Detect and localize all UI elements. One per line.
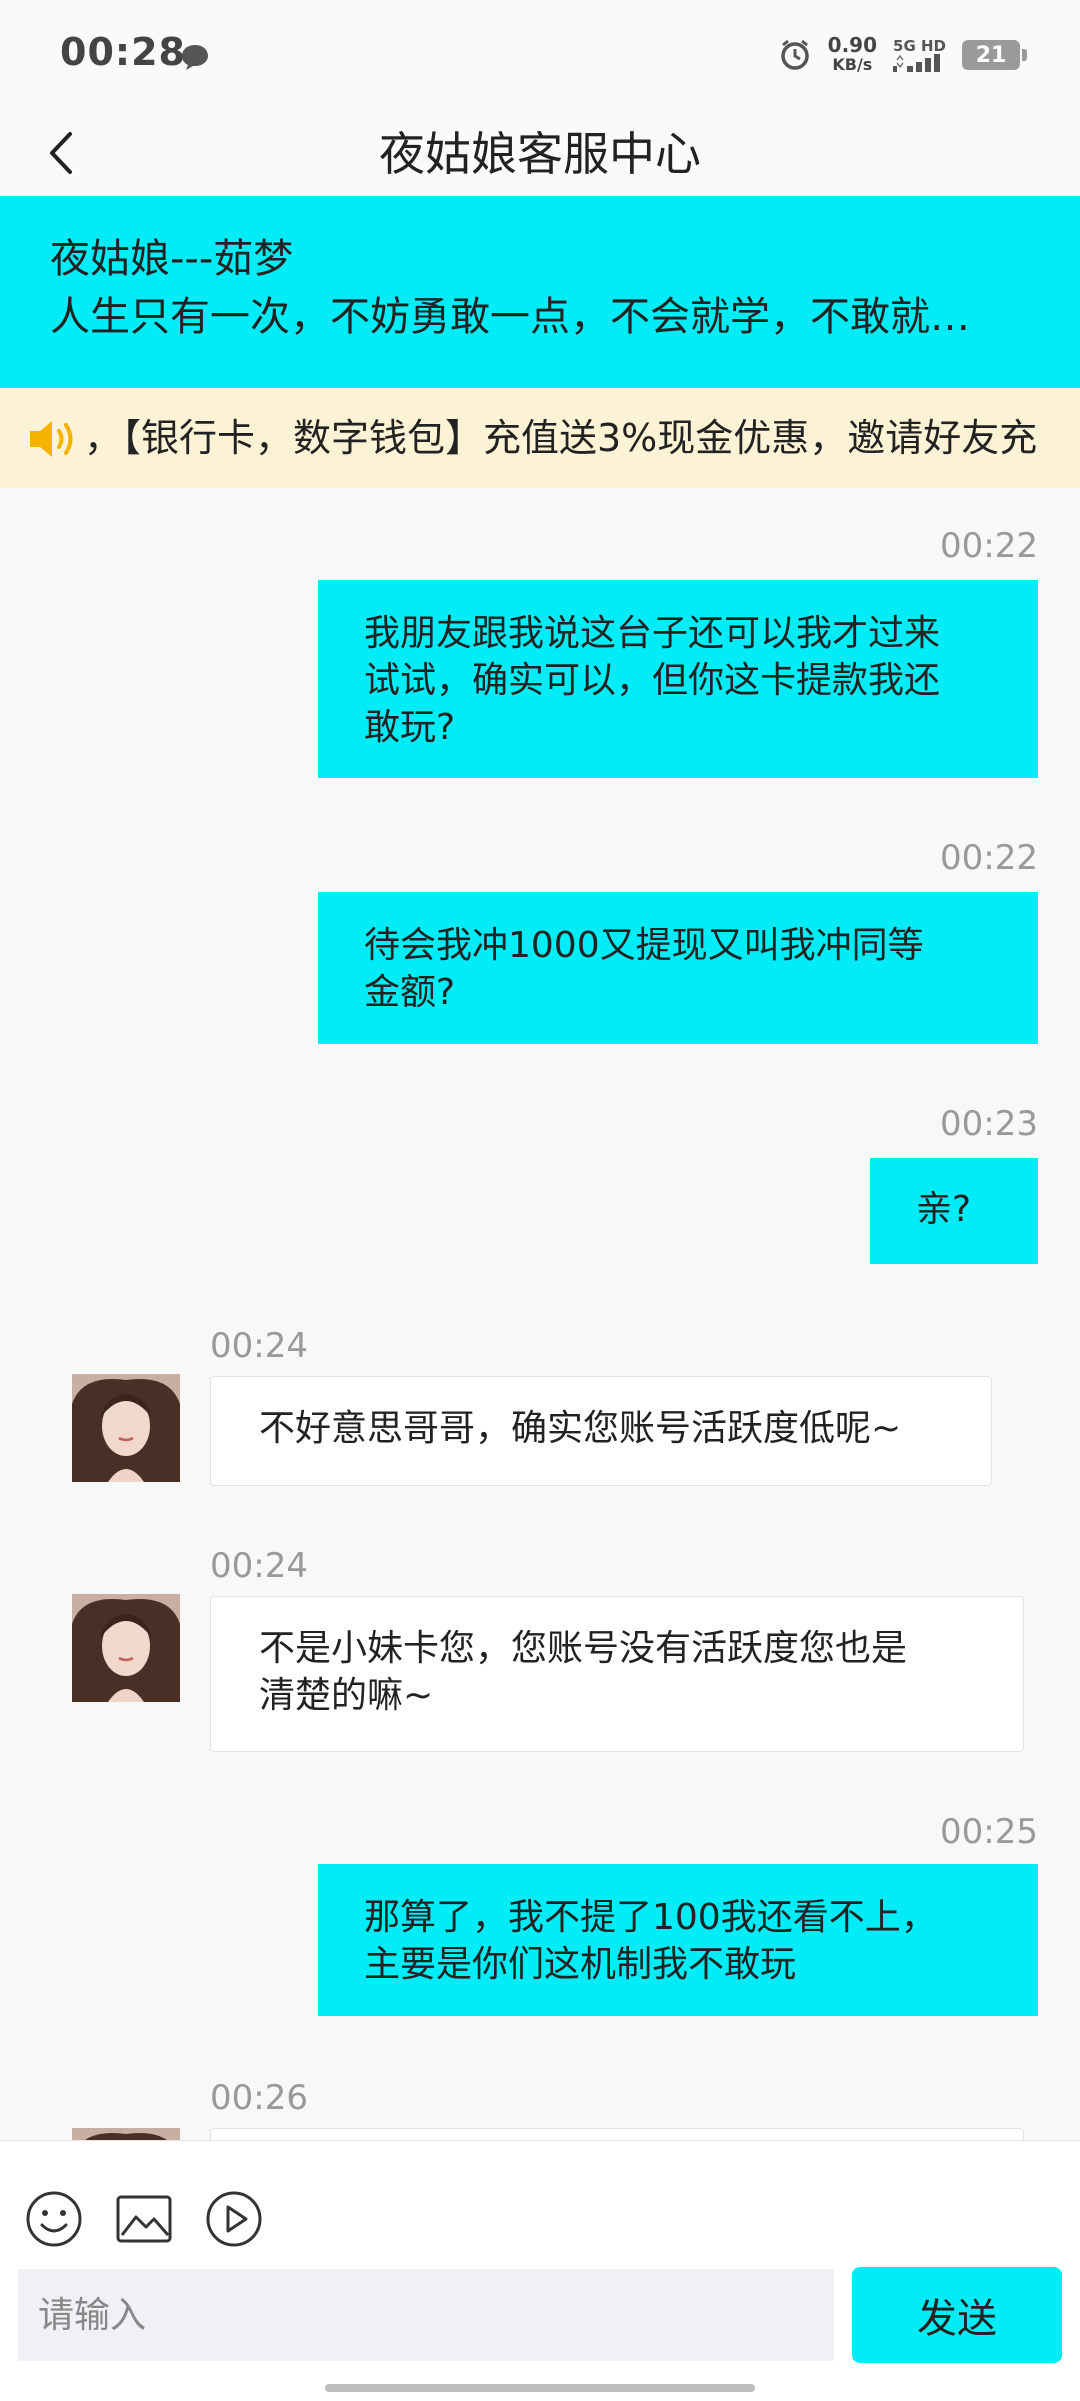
message-timestamp: 00:24 <box>210 1326 308 1366</box>
message-input-bar: 发送 <box>0 2140 1080 2401</box>
message-bubble-incoming[interactable]: 不是小妹卡您，您账号没有活跃度您也是 清楚的嘛~ <box>210 1596 1024 1752</box>
message-timestamp: 00:22 <box>940 526 1038 566</box>
status-time: 00:28 <box>60 30 186 74</box>
message-bubble-outgoing[interactable]: 亲? <box>870 1158 1038 1264</box>
message-timestamp: 00:25 <box>940 1812 1038 1852</box>
message-line: 主要是你们这机制我不敢玩 <box>364 1944 797 1985</box>
net-speed: 0.90 KB/s <box>828 35 877 75</box>
chat-messages[interactable]: 00:22 我朋友跟我说这台子还可以我才过来 试试，确实可以，但你这卡提款我还 … <box>0 488 1080 2140</box>
message-line: 那算了，我不提了100我还看不上， <box>364 1897 937 1938</box>
message-line: 不好意思哥哥，确实您账号活跃度低呢~ <box>259 1408 902 1449</box>
message-bubble-outgoing[interactable]: 我朋友跟我说这台子还可以我才过来 试试，确实可以，但你这卡提款我还 敢玩? <box>318 580 1038 778</box>
message-timestamp: 00:22 <box>940 838 1038 878</box>
status-bar: 00:28 0.90 KB/s 5G HD 21 <box>0 0 1080 110</box>
message-line: 敢玩? <box>364 707 456 748</box>
message-line: 我朋友跟我说这台子还可以我才过来 <box>364 613 941 654</box>
chat-bubble-icon <box>182 45 208 70</box>
message-input[interactable] <box>18 2269 834 2361</box>
net-speed-value: 0.90 <box>827 33 878 57</box>
message-line: 亲? <box>916 1189 972 1230</box>
send-button[interactable]: 发送 <box>852 2267 1062 2363</box>
avatar[interactable] <box>72 2128 180 2140</box>
message-line: 不是小妹卡您，您账号没有活跃度您也是 <box>259 1628 908 1669</box>
page-title: 夜姑娘客服中心 <box>379 127 701 181</box>
net-speed-unit: KB/s <box>832 55 873 74</box>
message-timestamp: 00:23 <box>940 1104 1038 1144</box>
network-type-label: 5G HD <box>893 37 946 55</box>
video-icon[interactable] <box>204 2189 264 2249</box>
message-line: 金额? <box>364 972 456 1013</box>
alarm-icon <box>780 39 809 70</box>
message-timestamp: 00:24 <box>210 1546 308 1586</box>
marquee-text: ，【银行卡，数字钱包】充值送3%现金优惠，邀请好友充 <box>84 416 1038 460</box>
notice-title: 夜姑娘---茹梦 <box>50 236 294 282</box>
message-line: 清楚的嘛~ <box>259 1675 434 1716</box>
battery-indicator: 21 <box>962 40 1027 70</box>
message-timestamp: 00:26 <box>210 2078 308 2118</box>
message-bubble-incoming[interactable]: 不好意思哥哥，确实您账号活跃度低呢~ <box>210 1376 992 1486</box>
message-bubble-outgoing[interactable]: 那算了，我不提了100我还看不上， 主要是你们这机制我不敢玩 <box>318 1864 1038 2016</box>
nav-bar: 夜姑娘客服中心 <box>0 110 1080 196</box>
emoji-icon[interactable] <box>24 2189 84 2249</box>
announcement-marquee[interactable]: ，【银行卡，数字钱包】充值送3%现金优惠，邀请好友充 <box>0 388 1080 488</box>
message-line: 试试，确实可以，但你这卡提款我还 <box>364 660 941 701</box>
message-bubble-outgoing[interactable]: 待会我冲1000又提现又叫我冲同等 金额? <box>318 892 1038 1044</box>
message-bubble-incoming[interactable] <box>210 2128 1024 2140</box>
avatar[interactable] <box>72 1594 180 1702</box>
network-type: 5G HD <box>893 38 946 72</box>
signal-icon <box>893 54 941 72</box>
avatar[interactable] <box>72 1374 180 1482</box>
message-line: 待会我冲1000又提现又叫我冲同等 <box>364 925 924 966</box>
speaker-icon <box>30 421 73 457</box>
notice-banner[interactable]: 夜姑娘---茹梦 人生只有一次，不妨勇敢一点，不会就学，不敢就… <box>0 196 1080 388</box>
notice-text: 人生只有一次，不妨勇敢一点，不会就学，不敢就… <box>50 294 970 340</box>
image-icon[interactable] <box>114 2189 174 2249</box>
home-indicator[interactable] <box>325 2384 755 2392</box>
